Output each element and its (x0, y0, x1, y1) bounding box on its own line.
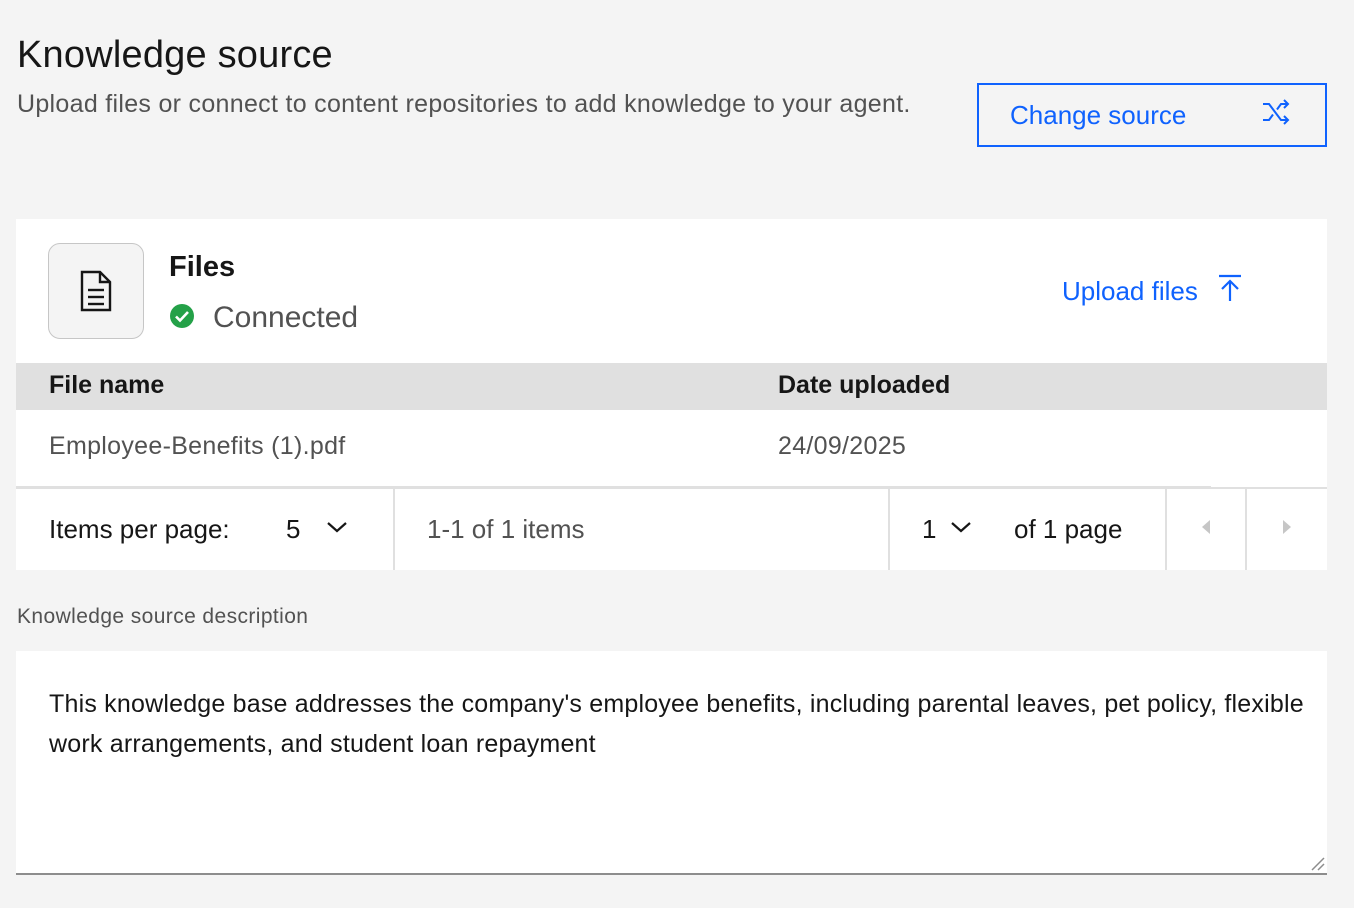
status-text: Connected (213, 301, 359, 334)
upload-files-label: Upload files (1062, 276, 1198, 306)
divider (393, 489, 395, 570)
column-header-file-name[interactable]: File name (49, 371, 164, 400)
document-icon (48, 243, 144, 339)
items-range-text: 1-1 of 1 items (427, 514, 585, 544)
next-page-button[interactable] (1247, 489, 1327, 570)
table-row[interactable]: Employee-Benefits (1).pdf 24/09/2025 (16, 410, 1211, 487)
chevron-down-icon (950, 520, 972, 539)
caret-left-icon (1200, 519, 1212, 540)
items-per-page-label: Items per page: (49, 514, 230, 544)
items-range: 1-1 of 1 items (427, 489, 585, 570)
previous-page-button[interactable] (1167, 489, 1245, 570)
cell-file-name: Employee-Benefits (1).pdf (49, 432, 346, 460)
items-per-page: Items per page: (49, 489, 230, 570)
items-per-page-select[interactable]: 5 (286, 489, 348, 570)
files-card: Files Connected Upload files File name D… (16, 219, 1327, 570)
page-subtitle: Upload files or connect to content repos… (17, 90, 911, 118)
items-per-page-value: 5 (286, 514, 301, 544)
pagination: Items per page: 5 1-1 of 1 items 1 of 1 … (16, 487, 1327, 570)
change-source-label: Change source (1010, 99, 1187, 130)
upload-icon (1216, 273, 1244, 310)
connection-status: Connected (169, 301, 358, 335)
page-title: Knowledge source (17, 34, 333, 76)
shuffle-icon (1261, 98, 1291, 132)
table-header: File name Date uploaded (16, 363, 1327, 410)
chevron-down-icon (326, 520, 348, 539)
files-title: Files (169, 251, 236, 283)
page-total: of 1 page (1014, 489, 1122, 570)
upload-files-link[interactable]: Upload files (1062, 273, 1244, 310)
caret-right-icon (1281, 519, 1293, 540)
description-textarea[interactable]: This knowledge base addresses the compan… (16, 651, 1327, 875)
column-header-date-uploaded[interactable]: Date uploaded (778, 371, 950, 400)
cell-date-uploaded: 24/09/2025 (778, 432, 907, 460)
page-select[interactable]: 1 (922, 489, 972, 570)
page-total-text: of 1 page (1014, 514, 1123, 544)
resize-handle-icon[interactable] (1309, 855, 1325, 871)
change-source-button[interactable]: Change source (977, 83, 1327, 147)
divider (888, 489, 890, 570)
description-label: Knowledge source description (17, 605, 309, 628)
page-select-value: 1 (922, 514, 937, 544)
checkmark-circle-icon (169, 303, 195, 334)
description-text[interactable]: This knowledge base addresses the compan… (49, 684, 1309, 764)
